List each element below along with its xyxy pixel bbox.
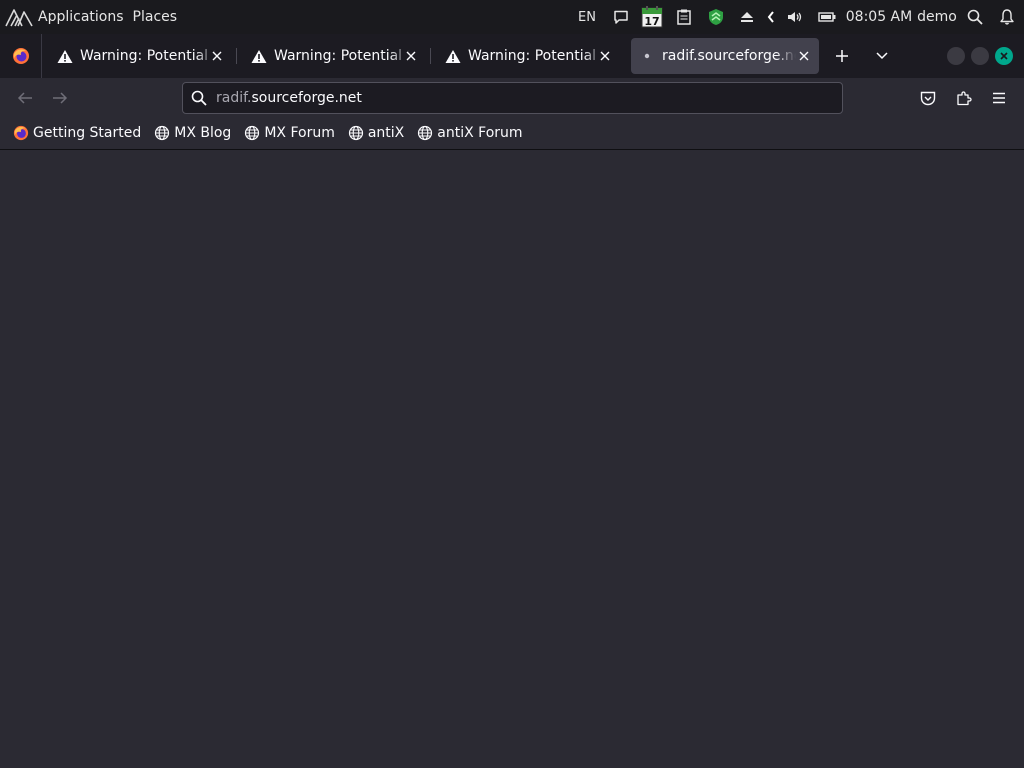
navigation-toolbar: radif.sourceforge.net <box>0 78 1024 117</box>
tab-warning-2[interactable]: Warning: Potential Security Risk Ahead <box>238 38 426 74</box>
url-domain: sourceforge.net <box>251 90 362 106</box>
minimize-window-button[interactable] <box>947 47 965 65</box>
bookmark-mx-forum[interactable]: MX Forum <box>244 125 335 141</box>
url-subdomain: radif. <box>216 90 252 106</box>
tab-separator <box>236 48 237 64</box>
arrow-right-icon <box>53 92 68 104</box>
chat-icon[interactable] <box>606 0 636 34</box>
warning-icon <box>57 49 73 63</box>
clipboard-icon[interactable] <box>668 0 700 34</box>
loading-dot-icon <box>644 53 650 59</box>
page-content-area[interactable] <box>0 150 1024 768</box>
tab-strip: Warning: Potential Security Risk Ahead W… <box>0 34 1024 78</box>
bookmark-label: antiX <box>367 125 405 141</box>
bookmark-label: MX Forum <box>264 125 335 141</box>
hamburger-menu-icon <box>993 92 1005 104</box>
bookmark-label: MX Blog <box>174 125 232 141</box>
globe-icon <box>418 125 433 141</box>
bookmark-mx-blog[interactable]: MX Blog <box>154 125 231 141</box>
mx-logo-icon[interactable] <box>5 6 35 28</box>
bookmark-antix-forum[interactable]: antiX Forum <box>417 125 523 141</box>
back-button[interactable] <box>11 84 39 112</box>
applications-menu[interactable]: Applications <box>38 9 124 25</box>
new-tab-button[interactable] <box>829 43 855 69</box>
tab-title: Warning: Potential Security Risk Ahead <box>80 48 216 64</box>
close-tab-icon[interactable] <box>208 47 226 65</box>
close-window-button[interactable] <box>995 47 1013 65</box>
search-icon[interactable] <box>960 0 990 34</box>
bookmarks-toolbar: Getting Started MX Blog MX Forum antiX a… <box>0 117 1024 150</box>
globe-icon <box>348 125 363 141</box>
application-menu-button[interactable] <box>985 84 1013 112</box>
system-tray: EN 17 08:05 AM demo <box>568 0 1024 34</box>
chevron-down-icon <box>876 52 888 60</box>
tab-title: Warning: Potential Security Risk Ahead <box>274 48 410 64</box>
keyboard-layout-label: EN <box>578 9 596 25</box>
tab-title: radif.sourceforge.net <box>662 48 796 64</box>
warning-icon <box>251 49 267 63</box>
close-tab-icon[interactable] <box>596 47 614 65</box>
globe-icon <box>245 125 260 141</box>
pocket-icon <box>920 91 936 105</box>
tab-separator <box>430 48 431 64</box>
bookmark-getting-started[interactable]: Getting Started <box>13 125 141 141</box>
url-bar[interactable]: radif.sourceforge.net <box>182 82 843 114</box>
calendar-day: 17 <box>644 15 659 28</box>
desktop-top-panel: Applications Places EN 17 08:05 AM demo <box>0 0 1024 34</box>
close-icon <box>1000 52 1008 60</box>
user-menu[interactable]: demo <box>914 0 960 34</box>
battery-icon[interactable] <box>810 0 844 34</box>
list-all-tabs-button[interactable] <box>869 43 895 69</box>
plus-icon <box>836 50 848 62</box>
firefox-icon <box>13 125 29 141</box>
clock-time: 08:05 AM <box>845 9 913 25</box>
globe-icon <box>155 125 170 141</box>
tab-radif-active[interactable]: radif.sourceforge.net <box>631 38 819 74</box>
close-tab-icon[interactable] <box>795 47 813 65</box>
warning-icon <box>445 49 461 63</box>
clock[interactable]: 08:05 AM <box>844 0 914 34</box>
close-tab-icon[interactable] <box>402 47 420 65</box>
tab-warning-1[interactable]: Warning: Potential Security Risk Ahead <box>44 38 232 74</box>
shield-update-icon[interactable] <box>700 0 732 34</box>
firefox-icon <box>12 48 29 64</box>
calendar-icon[interactable]: 17 <box>636 0 668 34</box>
places-menu[interactable]: Places <box>133 9 178 25</box>
eject-icon[interactable] <box>732 0 762 34</box>
arrow-left-icon <box>17 92 32 104</box>
volume-icon[interactable] <box>780 0 810 34</box>
tab-warning-3[interactable]: Warning: Potential Security Risk Ahead <box>432 38 620 74</box>
notifications-bell-icon[interactable] <box>990 0 1024 34</box>
search-icon <box>191 90 207 106</box>
firefox-view-button[interactable] <box>0 34 42 78</box>
bookmark-antix[interactable]: antiX <box>348 125 404 141</box>
puzzle-piece-icon <box>957 91 972 106</box>
extensions-button[interactable] <box>950 84 978 112</box>
tab-title: Warning: Potential Security Risk Ahead <box>468 48 604 64</box>
pocket-button[interactable] <box>914 84 942 112</box>
collapse-tray-icon[interactable] <box>762 0 780 34</box>
maximize-window-button[interactable] <box>971 47 989 65</box>
bookmark-label: antiX Forum <box>437 125 523 141</box>
url-text[interactable]: radif.sourceforge.net <box>216 90 362 106</box>
user-name: demo <box>917 9 957 25</box>
keyboard-layout-indicator[interactable]: EN <box>568 0 606 34</box>
forward-button[interactable] <box>46 84 74 112</box>
bookmark-label: Getting Started <box>33 125 142 141</box>
